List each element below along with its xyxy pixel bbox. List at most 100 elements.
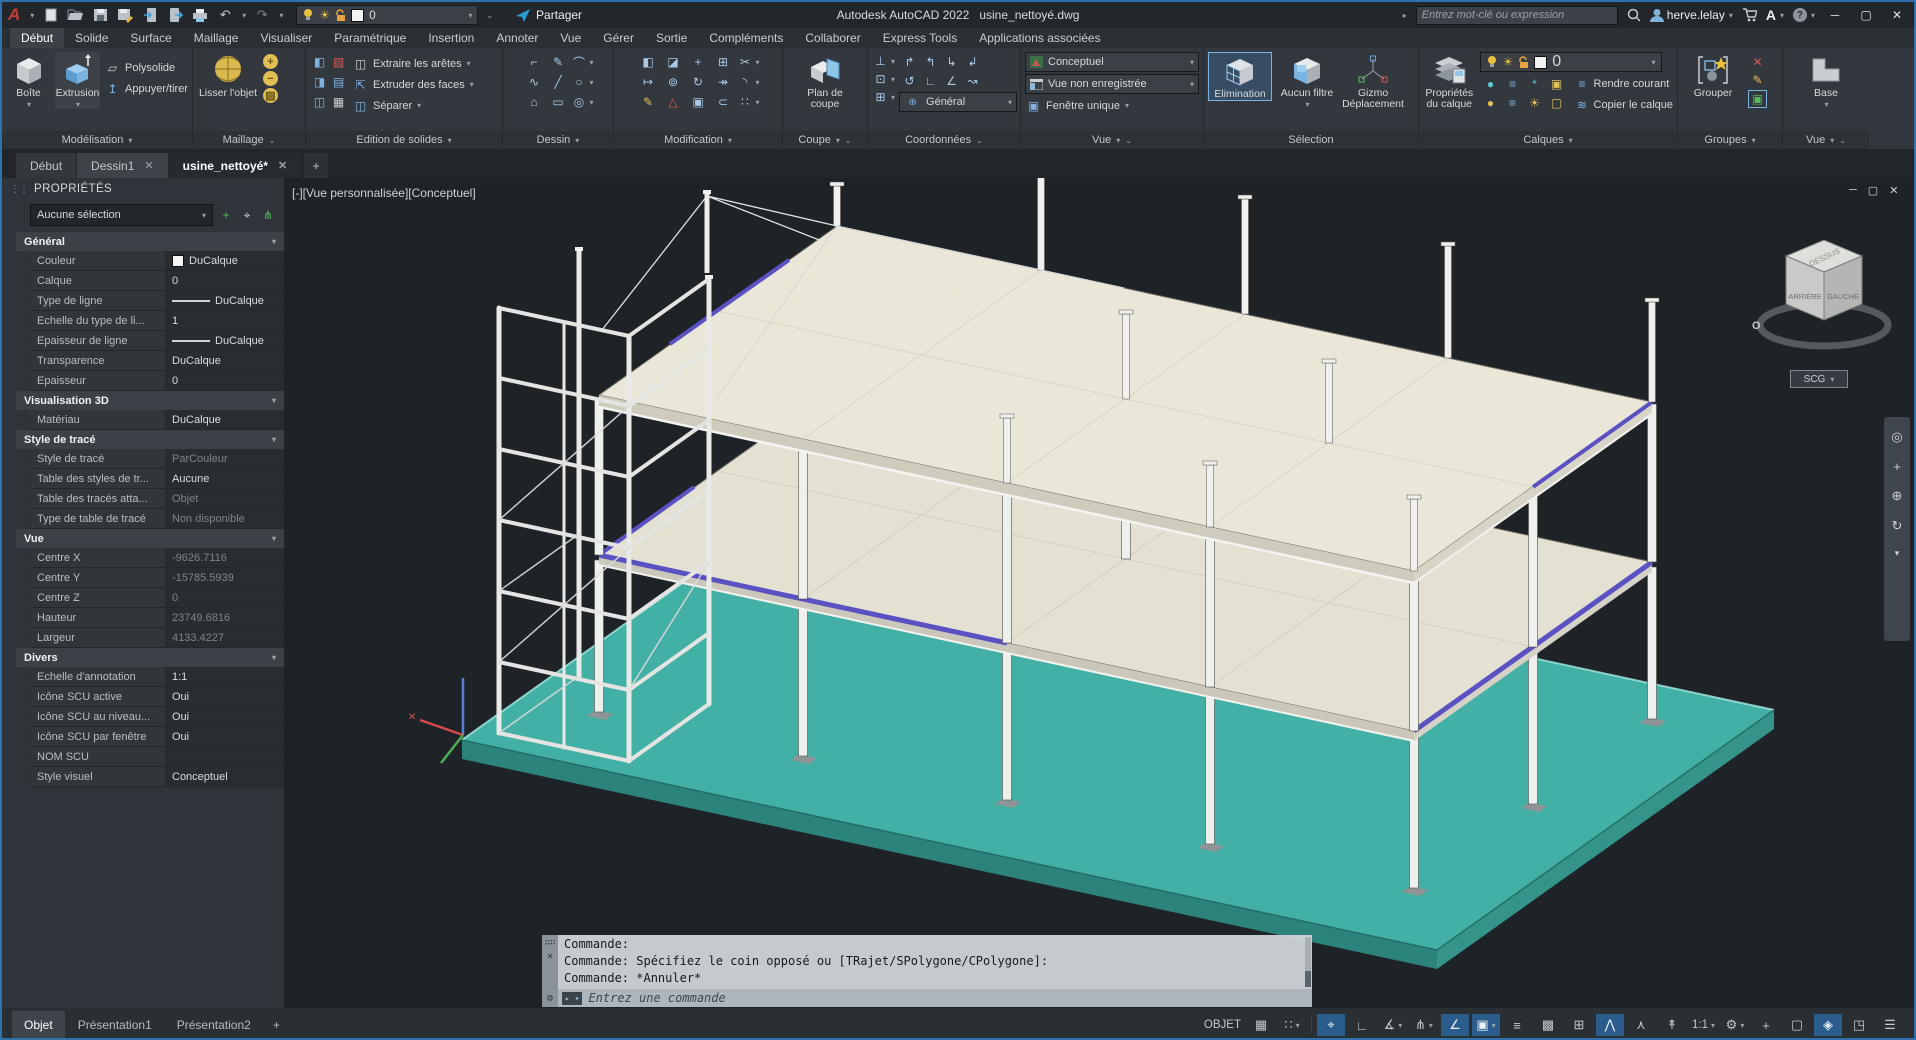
command-prompt-icon[interactable]: ▸ ▾: [562, 992, 582, 1005]
ribbon-tab-surface[interactable]: Surface: [119, 28, 182, 48]
ribbon-tab-annoter[interactable]: Annoter: [485, 28, 549, 48]
viewport-config-button[interactable]: ▣ Fenêtre unique▾: [1025, 96, 1199, 115]
file-tab-dessin1[interactable]: Dessin1✕: [77, 153, 169, 178]
viewport-minimize-icon[interactable]: ─: [1849, 184, 1857, 197]
workspace-gear-icon[interactable]: ⚙▾: [1721, 1014, 1749, 1036]
close-tab-icon[interactable]: ✕: [278, 159, 287, 172]
panel-label-maillage[interactable]: Maillage⌄: [193, 131, 305, 149]
union-icon[interactable]: ◧: [311, 54, 328, 70]
property-value[interactable]: [166, 747, 284, 766]
search-input[interactable]: [1416, 6, 1618, 25]
chevron-down-icon[interactable]: ▾: [272, 237, 276, 246]
group-edit-icon[interactable]: ✎: [1749, 72, 1766, 88]
property-value[interactable]: Objet: [166, 489, 284, 508]
app-logo-icon[interactable]: A: [8, 5, 20, 25]
drag-handle-icon[interactable]: ∷∷: [545, 938, 556, 948]
ucs-view-icon[interactable]: ∠: [943, 73, 960, 89]
ungroup-icon[interactable]: ✕: [1749, 54, 1766, 70]
chevron-down-icon[interactable]: ▾: [272, 653, 276, 662]
section-header-1[interactable]: Visualisation 3D▾: [16, 391, 284, 410]
close-tab-icon[interactable]: ✕: [144, 159, 153, 172]
panel-launcher-icon[interactable]: ⌄: [1839, 136, 1846, 145]
chevron-down-icon[interactable]: ▾: [279, 11, 283, 20]
viewcube-back-face[interactable]: ARRIÈRE: [1788, 292, 1821, 301]
array-icon[interactable]: ∷: [736, 94, 753, 110]
chevron-down-icon[interactable]: ▾: [755, 98, 759, 107]
property-value[interactable]: 0: [166, 371, 284, 390]
subtract-icon[interactable]: ◨: [311, 74, 328, 90]
chevron-down-icon[interactable]: ▾: [891, 93, 895, 102]
property-value[interactable]: -15785.5939: [166, 568, 284, 587]
circle-icon[interactable]: ○: [570, 74, 587, 90]
property-value[interactable]: 23749.6816: [166, 608, 284, 627]
smooth-more-icon[interactable]: +: [263, 54, 278, 69]
chevron-down-icon[interactable]: ▾: [272, 396, 276, 405]
polygon-icon[interactable]: ⌂: [526, 94, 543, 110]
ucs-window-icon[interactable]: ⊞: [872, 89, 889, 105]
chevron-down-icon[interactable]: ▾: [242, 11, 246, 20]
property-value[interactable]: 0: [166, 271, 284, 290]
view-combo[interactable]: Vue non enregistrée▾: [1025, 74, 1199, 94]
panel-label-coupe[interactable]: Coupe▾⌄: [783, 131, 867, 149]
section-header-3[interactable]: Vue▾: [16, 529, 284, 548]
chevron-down-icon[interactable]: ▾: [891, 57, 895, 66]
qat-layer-dropdown[interactable]: ☀ 0 ▾: [296, 5, 478, 25]
crosshair-icon[interactable]: +: [1752, 1014, 1780, 1036]
property-value[interactable]: DuCalque: [166, 410, 284, 429]
arc-icon[interactable]: ⌒: [570, 54, 587, 70]
help-icon[interactable]: ?▾: [1793, 8, 1815, 22]
isometric-drafting-icon[interactable]: ⋔▾: [1410, 1014, 1438, 1036]
object-snap-3d-icon[interactable]: ⋀: [1596, 1014, 1624, 1036]
plot-icon[interactable]: [191, 7, 209, 23]
chevron-down-icon[interactable]: ▾: [589, 78, 593, 87]
refine-mesh-icon[interactable]: ▨: [263, 88, 278, 103]
panel-label-vue[interactable]: Vue▾⌄: [1021, 131, 1203, 149]
account-button[interactable]: herve.lelay ▾: [1650, 8, 1733, 22]
smooth-less-icon[interactable]: −: [263, 71, 278, 86]
panel-label-modification[interactable]: Modification▾: [614, 131, 782, 149]
viewport-restore-icon[interactable]: ▢: [1868, 184, 1878, 197]
scale-icon[interactable]: △: [665, 94, 682, 110]
close-command-icon[interactable]: ✕: [547, 951, 553, 962]
grid-icon[interactable]: ▦: [1247, 1014, 1275, 1036]
command-input[interactable]: ▸ ▾ Entrez une commande: [558, 989, 1312, 1007]
layer-lock-icon[interactable]: ▣: [1548, 76, 1565, 92]
visual-style-combo[interactable]: Conceptuel▾: [1025, 52, 1199, 72]
file-tab-d-but[interactable]: Début: [16, 153, 77, 178]
save-as-icon[interactable]: [116, 7, 134, 23]
viewport-controls-label[interactable]: [-][Vue personnalisée][Conceptuel]: [292, 186, 476, 200]
share-button[interactable]: Partager: [516, 8, 582, 22]
drawing-viewport[interactable]: [-][Vue personnalisée][Conceptuel] ─ ▢ ✕: [284, 178, 1916, 1008]
chevron-down-icon[interactable]: ▾: [589, 58, 593, 67]
ribbon-tab-vue[interactable]: Vue: [549, 28, 592, 48]
appuyer-tirer-button[interactable]: ↥Appuyer/tirer: [104, 79, 188, 98]
rect-array-icon[interactable]: ▣: [690, 94, 707, 110]
selection-cycling-icon[interactable]: ⊞: [1565, 1014, 1593, 1036]
fillet-icon[interactable]: ◝: [736, 74, 753, 90]
lisser-objet-button[interactable]: Lisser l'objet: [197, 52, 259, 99]
property-value[interactable]: DuCalque: [166, 291, 284, 310]
ellipse-icon[interactable]: ◎: [570, 94, 587, 110]
dynamic-ucs-icon[interactable]: ⋏: [1627, 1014, 1655, 1036]
separer-button[interactable]: ◫Séparer▾: [352, 96, 474, 115]
spline-icon[interactable]: ∿: [526, 74, 543, 90]
ucs-world-icon[interactable]: ↱: [901, 54, 918, 70]
new-drawing-tab-button[interactable]: +: [304, 153, 328, 178]
rendre-courant-button[interactable]: ≡Rendre courant: [1574, 74, 1674, 93]
copy-icon[interactable]: ⊞: [715, 54, 732, 70]
search-icon[interactable]: [1627, 8, 1641, 22]
snap-icon[interactable]: ∷▾: [1278, 1014, 1306, 1036]
stretch-icon[interactable]: ↦: [640, 74, 657, 90]
mirror-icon[interactable]: ◧: [640, 54, 657, 70]
orbit-icon[interactable]: ⊚: [665, 74, 682, 90]
save-to-web-mobile-icon[interactable]: [166, 7, 184, 23]
command-grip[interactable]: ∷∷ ✕ ⚙: [542, 935, 558, 1007]
rectangle-icon[interactable]: ▭: [550, 94, 567, 110]
property-value[interactable]: 1: [166, 311, 284, 330]
line-icon[interactable]: ╱: [550, 74, 567, 90]
polysolide-button[interactable]: ▱Polysolide: [104, 58, 188, 77]
pickadd-toggle-icon[interactable]: +: [218, 208, 234, 222]
quick-select-icon[interactable]: ⋔: [260, 208, 276, 222]
move-icon[interactable]: +: [690, 54, 707, 70]
panel-launcher-icon[interactable]: ⌄: [845, 136, 852, 145]
